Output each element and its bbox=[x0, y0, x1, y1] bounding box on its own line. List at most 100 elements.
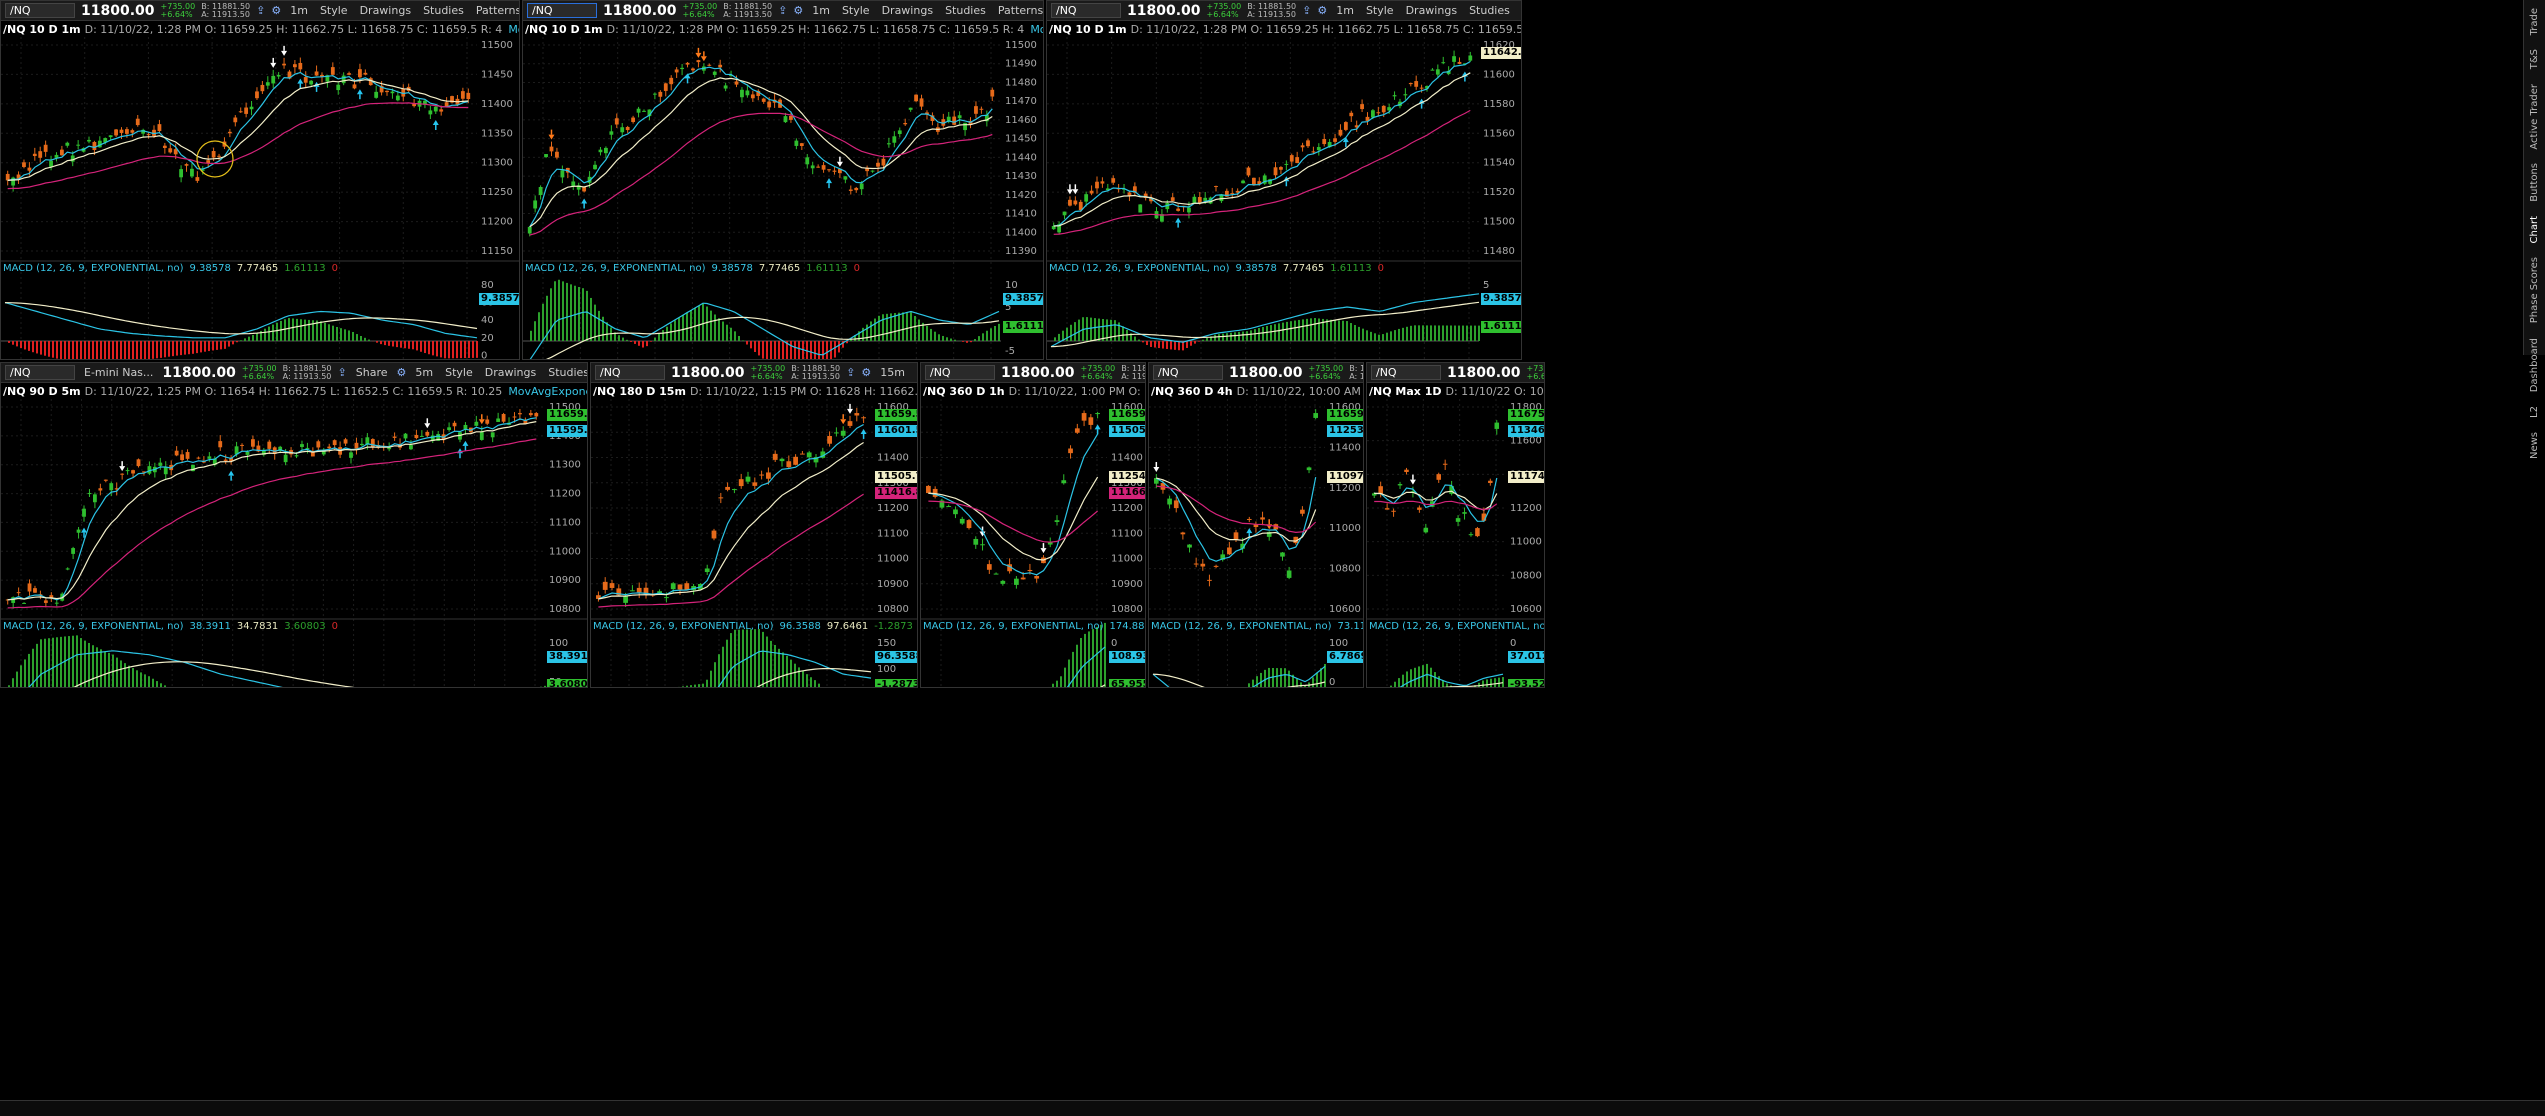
candle-body bbox=[38, 151, 43, 158]
candle-body bbox=[485, 419, 490, 424]
macd-histogram-bar bbox=[1206, 338, 1208, 341]
candle-body bbox=[59, 149, 64, 156]
macd-histogram-bar bbox=[1414, 325, 1416, 341]
sidebar-tab-t-s[interactable]: T&S bbox=[2529, 49, 2540, 69]
macd-histogram-bar bbox=[1286, 321, 1288, 341]
macd-histogram-bar bbox=[1302, 319, 1304, 341]
sell-arrow-icon bbox=[1153, 467, 1160, 473]
buy-arrow-icon bbox=[356, 89, 363, 95]
y-tick-label: 11200 bbox=[1510, 503, 1542, 514]
macd-histogram-bar bbox=[1100, 624, 1102, 687]
macd-histogram-bar bbox=[1248, 683, 1250, 687]
candle-body bbox=[223, 459, 228, 461]
macd-histogram-bar bbox=[818, 683, 820, 687]
macd-histogram-bar bbox=[76, 635, 78, 687]
candle-body bbox=[1404, 469, 1409, 473]
macd-histogram-bar bbox=[184, 341, 186, 355]
macd-histogram-bar bbox=[1138, 339, 1140, 341]
macd-histogram-bar bbox=[1442, 325, 1444, 341]
candle-body bbox=[168, 148, 173, 153]
macd-histogram-bar bbox=[20, 341, 22, 348]
macd-histogram-bar bbox=[1158, 341, 1160, 349]
candle-body bbox=[347, 73, 351, 75]
candle-body bbox=[255, 91, 259, 99]
candle-body bbox=[1441, 62, 1446, 64]
candle-body bbox=[433, 106, 438, 112]
sidebar-tab-chart[interactable]: Chart bbox=[2529, 216, 2540, 243]
sidebar-tab-buttons[interactable]: Buttons bbox=[2529, 163, 2540, 202]
candle-body bbox=[341, 75, 346, 84]
macd-histogram-bar bbox=[734, 629, 736, 687]
macd-histogram-bar bbox=[726, 639, 728, 687]
candle-body bbox=[1289, 155, 1294, 162]
macd-histogram-bar bbox=[384, 341, 386, 346]
macd-histogram-bar bbox=[292, 318, 294, 341]
ema-fast-line bbox=[1374, 477, 1498, 522]
macd-histogram-bar bbox=[982, 333, 984, 341]
macd-signal-line bbox=[1152, 673, 1326, 687]
macd-histogram-bar bbox=[554, 281, 556, 341]
candle-body bbox=[196, 457, 201, 459]
macd-histogram-bar bbox=[1242, 331, 1244, 341]
macd-y-tick-label: 80 bbox=[481, 280, 494, 291]
macd-histogram-bar bbox=[208, 341, 210, 352]
ema-mid-line bbox=[7, 421, 537, 601]
macd-study-label: MACD (12, 26, 9, EXPONENTIAL, no) 174.887… bbox=[923, 621, 1145, 632]
sidebar-tab-dashboard[interactable]: Dashboard bbox=[2529, 338, 2540, 392]
macd-histogram-bar bbox=[1290, 321, 1292, 341]
macd-histogram-bar bbox=[36, 643, 38, 687]
candle-body bbox=[1462, 512, 1467, 514]
macd-y-tick-label: 100 bbox=[1329, 638, 1348, 649]
macd-histogram-bar bbox=[204, 341, 206, 352]
candle-body bbox=[1173, 500, 1179, 509]
macd-histogram-bar bbox=[594, 304, 596, 341]
macd-histogram-bar bbox=[1194, 341, 1196, 344]
macd-histogram-bar bbox=[926, 325, 928, 341]
candle-body bbox=[892, 136, 897, 143]
price-axis-tag: 11642.54 bbox=[1481, 47, 1521, 59]
candle-body bbox=[604, 147, 608, 154]
macd-histogram-bar bbox=[1238, 331, 1240, 341]
price-axis-tag: 11253.61 bbox=[1327, 425, 1363, 437]
y-tick-label: 11600 bbox=[1510, 436, 1542, 447]
candle-body bbox=[98, 488, 103, 491]
macd-histogram-bar bbox=[144, 674, 146, 687]
macd-histogram-bar bbox=[1052, 683, 1054, 687]
candle-body bbox=[1241, 180, 1245, 184]
macd-histogram-bar bbox=[1410, 325, 1412, 341]
y-tick-label: 11400 bbox=[481, 99, 513, 110]
macd-histogram-bar bbox=[550, 288, 552, 341]
sidebar-tab-l2[interactable]: L2 bbox=[2529, 406, 2540, 418]
macd-study-label: MACD (12, 26, 9, EXPONENTIAL, no) 9.38578… bbox=[525, 263, 860, 274]
candle-body bbox=[993, 573, 999, 575]
macd-histogram-bar bbox=[1462, 325, 1464, 341]
sidebar-tab-phase-scores[interactable]: Phase Scores bbox=[2529, 257, 2540, 323]
y-tick-label: 11200 bbox=[481, 217, 513, 228]
macd-study-label: MACD (12, 26, 9, EXPONENTIAL, no) 9.38578… bbox=[3, 263, 338, 274]
candle-body bbox=[1203, 197, 1208, 201]
sidebar-tab-news[interactable]: News bbox=[2529, 432, 2540, 459]
macd-histogram-bar bbox=[690, 685, 692, 687]
macd-histogram-bar bbox=[1490, 678, 1492, 687]
candle-body bbox=[211, 151, 216, 158]
candle-body bbox=[343, 439, 348, 444]
macd-histogram-bar bbox=[1288, 670, 1290, 687]
price-chart-svg: 1160011500114001130011200111001100010900… bbox=[591, 399, 917, 687]
y-tick-label: 11400 bbox=[877, 453, 909, 464]
macd-histogram-bar bbox=[786, 655, 788, 687]
candle-body bbox=[779, 458, 785, 462]
sidebar-tab-trade[interactable]: Trade bbox=[2529, 8, 2540, 35]
chart-panel-p6: /NQ11800.00+735.00+6.64%B: 11881.50A: 11… bbox=[920, 362, 1146, 688]
sidebar-tab-active-trader[interactable]: Active Trader bbox=[2529, 84, 2540, 150]
macd-value: 9.38578 bbox=[1235, 263, 1277, 274]
macd-histogram-bar bbox=[1304, 685, 1306, 687]
macd-histogram-bar bbox=[24, 659, 26, 687]
macd-histogram-bar bbox=[794, 341, 796, 359]
macd-value: 1.61113 bbox=[1330, 263, 1372, 274]
macd-histogram-bar bbox=[164, 685, 166, 687]
macd-histogram-bar bbox=[946, 337, 948, 341]
y-tick-label: 11000 bbox=[1329, 523, 1361, 534]
candle-body bbox=[752, 482, 758, 486]
candle-body bbox=[27, 583, 32, 592]
macd-histogram-bar bbox=[702, 303, 704, 341]
